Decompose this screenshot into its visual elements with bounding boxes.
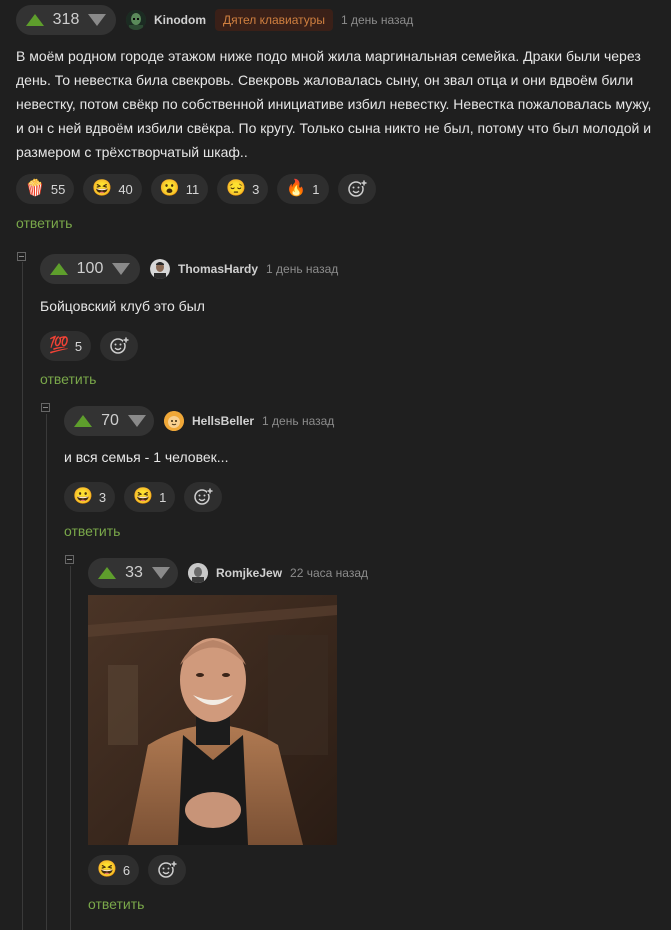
avatar[interactable] — [150, 259, 170, 279]
timestamp: 22 часа назад — [290, 566, 368, 580]
laughing-face-icon: 😆 — [133, 488, 154, 505]
reaction-laughing[interactable]: 😆 1 — [124, 482, 176, 512]
reaction-count: 6 — [122, 862, 131, 878]
reaction-count: 5 — [74, 338, 83, 354]
reaction-laughing[interactable]: 😆 40 — [83, 174, 142, 204]
add-reaction-icon — [347, 180, 367, 197]
grinning-face-icon: 😀 — [73, 488, 93, 505]
score: 33 — [125, 564, 143, 581]
add-reaction-icon — [110, 337, 130, 354]
downvote-icon[interactable] — [111, 263, 130, 275]
upvote-icon[interactable] — [26, 14, 44, 26]
sad-face-icon: 😔 — [226, 180, 247, 197]
add-reaction-button[interactable] — [337, 174, 376, 204]
reactions: 😆 6 — [88, 855, 648, 885]
upvote-icon[interactable] — [98, 567, 116, 579]
reactions: 😀 3 😆 1 — [64, 482, 644, 512]
reactions: 💯 5 — [40, 331, 640, 361]
reaction-count: 1 — [159, 489, 167, 505]
reply-link[interactable]: ответить — [64, 523, 644, 539]
fire-icon: 🔥 — [286, 180, 307, 197]
laughing-face-icon: 😆 — [97, 861, 117, 878]
reaction-grinning[interactable]: 😀 3 — [64, 482, 116, 512]
reply-link[interactable]: ответить — [40, 371, 640, 387]
collapse-toggle[interactable] — [17, 252, 26, 261]
upvote-icon[interactable] — [50, 263, 68, 275]
comment-hellsbeller: 70 HellsBeller 1 день назад и вся семья … — [64, 406, 644, 539]
laughing-face-icon: 😆 — [92, 180, 113, 197]
downvote-icon[interactable] — [87, 14, 106, 26]
comment-image[interactable] — [88, 595, 337, 845]
vote-widget: 100 — [40, 254, 140, 284]
add-reaction-button[interactable] — [148, 855, 187, 885]
thread-line-1 — [22, 262, 23, 930]
reaction-count: 3 — [98, 489, 107, 505]
reply-link[interactable]: ответить — [16, 215, 656, 231]
reaction-laughing[interactable]: 😆 6 — [88, 855, 140, 885]
comment-header: 100 ThomasHardy 1 день назад — [40, 254, 640, 284]
username[interactable]: HellsBeller — [192, 414, 254, 428]
vote-widget: 33 — [88, 558, 178, 588]
comment-romjkejew-footer: 😆 6 ответить — [88, 855, 648, 912]
comment-header: 33 RomjkeJew 22 часа назад — [88, 558, 648, 588]
hundred-points-icon: 💯 — [49, 337, 69, 354]
reactions: 🍿 55 😆 40 😮 11 😔 3 🔥 1 — [16, 174, 656, 204]
reaction-fire[interactable]: 🔥 1 — [277, 174, 329, 204]
vote-widget: 70 — [64, 406, 154, 436]
avatar-image — [126, 10, 146, 30]
comment-romjkejew: 33 RomjkeJew 22 часа назад — [88, 558, 648, 588]
comment-thomashardy: 100 ThomasHardy 1 день назад Бойцовский … — [40, 254, 640, 387]
reaction-count: 11 — [185, 181, 200, 197]
timestamp: 1 день назад — [266, 262, 339, 276]
thread-line-3 — [70, 566, 71, 930]
surprised-face-icon: 😮 — [159, 180, 180, 197]
avatar[interactable] — [126, 10, 146, 30]
avatar[interactable] — [188, 563, 208, 583]
popcorn-icon: 🍿 — [25, 180, 45, 197]
comment-header: 70 HellsBeller 1 день назад — [64, 406, 644, 436]
reaction-surprised[interactable]: 😮 11 — [150, 174, 209, 204]
avatar-image — [188, 563, 208, 583]
vote-widget: 318 — [16, 5, 116, 35]
username[interactable]: RomjkeJew — [216, 566, 282, 580]
add-reaction-icon — [158, 861, 178, 878]
reaction-count: 3 — [252, 181, 260, 197]
timestamp: 1 день назад — [340, 13, 414, 27]
score: 318 — [52, 11, 80, 28]
downvote-icon[interactable] — [152, 567, 170, 579]
username[interactable]: Kinodom — [154, 13, 206, 27]
comment-text: Бойцовский клуб это был — [40, 298, 205, 314]
collapse-toggle[interactable] — [65, 555, 74, 564]
reaction-count: 1 — [312, 181, 320, 197]
reaction-count: 40 — [118, 181, 133, 197]
reaction-count: 55 — [50, 181, 66, 197]
thread-line-2 — [46, 414, 47, 930]
collapse-toggle[interactable] — [41, 403, 50, 412]
reaction-popcorn[interactable]: 🍿 55 — [16, 174, 75, 204]
avatar[interactable] — [164, 411, 184, 431]
comment-header: 318 Kinodom Дятел клавиатуры 1 день наза… — [16, 5, 656, 35]
smiling-man-photo — [88, 595, 337, 845]
user-badge: Дятел клавиатуры — [215, 9, 333, 31]
add-reaction-icon — [194, 488, 214, 505]
add-reaction-button[interactable] — [100, 331, 139, 361]
avatar-image — [164, 411, 184, 431]
comment-text: и вся семья - 1 человек... — [64, 449, 229, 465]
score: 70 — [101, 412, 119, 429]
comment-kinodom: 318 Kinodom Дятел клавиатуры 1 день наза… — [16, 5, 656, 231]
timestamp: 1 день назад — [262, 414, 335, 428]
reaction-sad[interactable]: 😔 3 — [217, 174, 269, 204]
comment-text: В моём родном городе этажом ниже подо мн… — [16, 48, 652, 160]
username[interactable]: ThomasHardy — [178, 262, 258, 276]
reply-link[interactable]: ответить — [88, 896, 648, 912]
downvote-icon[interactable] — [128, 415, 146, 427]
upvote-icon[interactable] — [74, 415, 92, 427]
score: 100 — [76, 260, 104, 277]
avatar-image — [150, 259, 170, 279]
add-reaction-button[interactable] — [184, 482, 223, 512]
reaction-hundred[interactable]: 💯 5 — [40, 331, 92, 361]
